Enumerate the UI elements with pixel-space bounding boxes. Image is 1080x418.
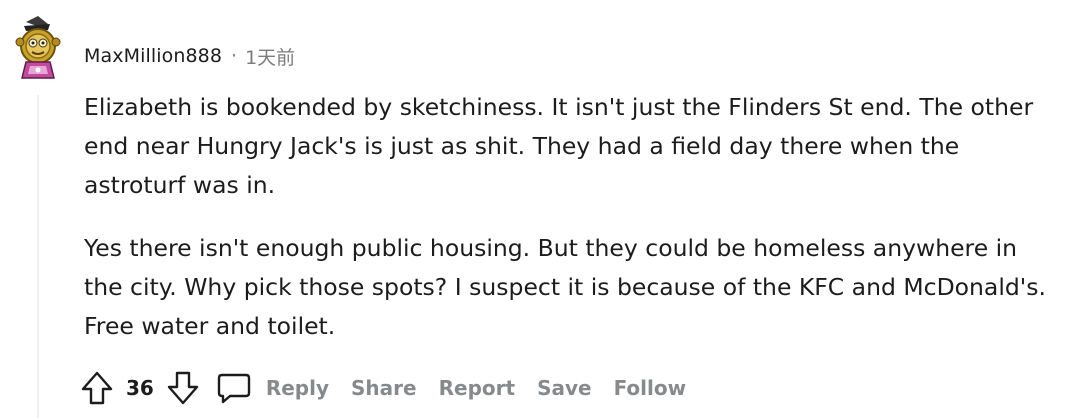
downvote-button[interactable] [166,370,200,406]
username[interactable]: MaxMillion888 [84,45,222,67]
comment-paragraph: Yes there isn't enough public housing. B… [84,234,1046,340]
comment-paragraph: Elizabeth is bookended by sketchiness. I… [84,93,1034,199]
separator-dot: · [231,45,238,67]
upvote-arrow-icon [81,371,113,405]
save-button[interactable]: Save [537,376,592,400]
share-button[interactable]: Share [351,376,417,400]
upvote-button[interactable] [80,370,114,406]
avatar-image [15,16,61,79]
vote-count: 36 [126,376,154,400]
comment-body: Elizabeth is bookended by sketchiness. I… [84,88,1064,370]
report-button[interactable]: Report [439,376,515,400]
speech-bubble-icon [217,373,251,404]
reply-button[interactable]: Reply [216,371,329,405]
downvote-arrow-icon [167,371,199,405]
avatar[interactable] [8,12,64,82]
comment-header: MaxMillion888 · 1天前 [84,42,295,70]
follow-button[interactable]: Follow [614,376,687,400]
comment-actions: 36 Reply Share Report Save Follow [80,366,686,410]
comment: MaxMillion888 · 1天前 Elizabeth is bookend… [0,0,1080,418]
timestamp[interactable]: 1天前 [245,43,295,70]
reply-label: Reply [265,376,330,400]
thread-line[interactable] [37,95,39,418]
